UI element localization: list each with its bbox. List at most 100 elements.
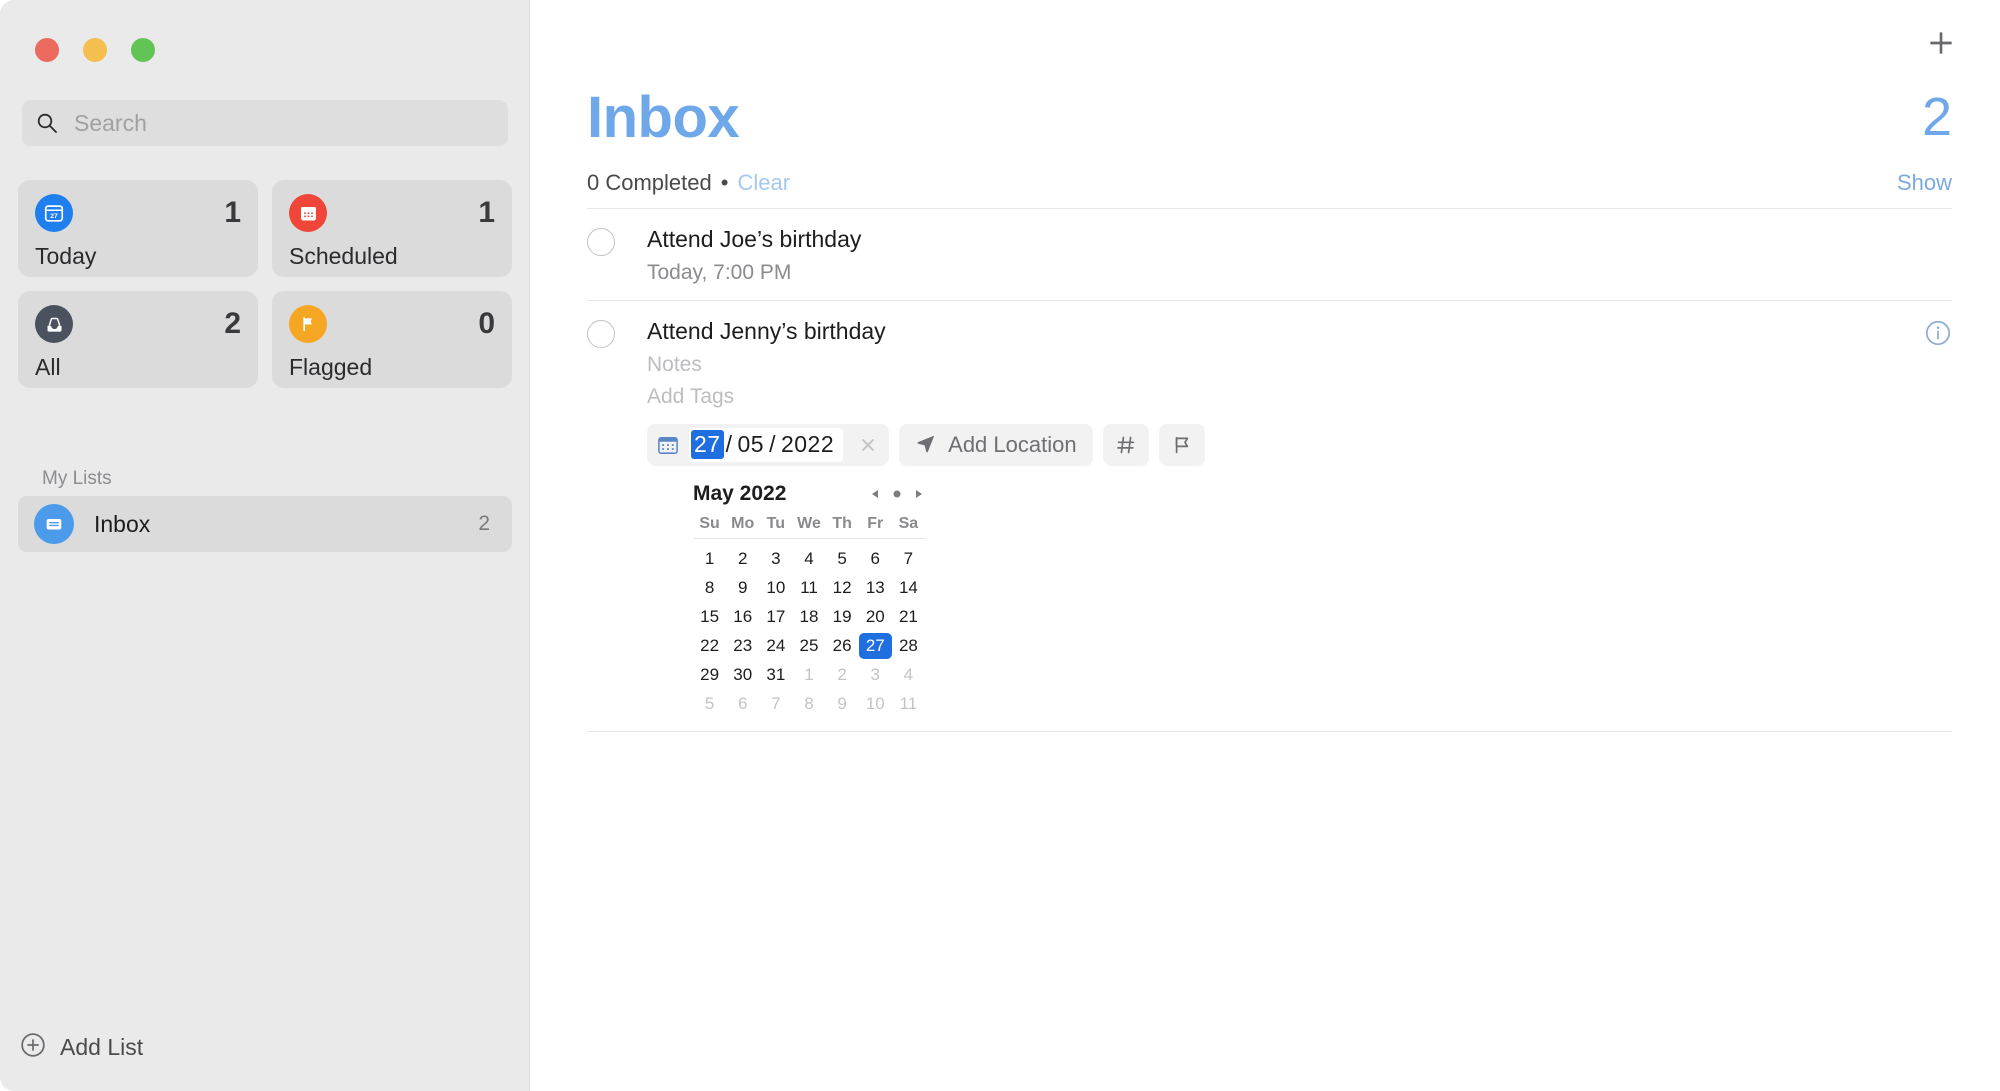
calendar-day[interactable]: 4 [792,546,825,572]
calendar-day[interactable]: 24 [759,633,792,659]
calendar-day[interactable]: 16 [726,604,759,630]
reminder-body: Attend Joe’s birthday Today, 7:00 PM [647,225,2000,286]
flag-outline-icon [1175,437,1188,454]
calendar-today-button[interactable] [891,488,903,500]
calendar-day[interactable]: 1 [792,662,825,688]
add-reminder-icon [1930,32,1952,54]
calendar-day[interactable]: 31 [759,662,792,688]
calendar-day[interactable]: 7 [759,691,792,717]
reminder-info-button[interactable] [1924,319,1952,347]
reminder-title: Attend Joe’s birthday [647,226,862,252]
calendar-day[interactable]: 18 [792,604,825,630]
show-completed-button[interactable]: Show [1897,170,1952,196]
calendar-day[interactable]: 19 [826,604,859,630]
calendar-day[interactable]: 9 [726,575,759,601]
calendar-day-header: Tu [759,515,793,540]
reminder-notes-input[interactable]: Notes [647,351,2000,378]
calendar-day[interactable]: 26 [826,633,859,659]
calendar-day[interactable]: 8 [693,575,726,601]
calendar-day[interactable]: 30 [726,662,759,688]
clear-completed-button[interactable]: Clear [737,170,790,196]
plus-circle-icon [20,1032,46,1063]
due-date-chip[interactable]: 27 / 05 / 2022 [647,424,890,467]
add-tag-button[interactable] [1102,424,1149,467]
reminder-item[interactable]: Attend Joe’s birthday Today, 7:00 PM [587,209,2000,300]
triangle-left-icon [872,490,878,499]
close-window-button[interactable] [35,38,59,62]
calendar-day[interactable]: 5 [693,691,726,717]
reminder-item-editing[interactable]: Attend Jenny’s birthday Notes Add Tags 2… [587,301,2000,731]
inbox-tray-icon [35,305,73,343]
add-location-button[interactable]: Add Location [899,424,1093,467]
calendar-day[interactable]: 10 [759,575,792,601]
add-list-button[interactable]: Add List [20,1032,143,1063]
reminder-complete-toggle[interactable] [587,228,615,256]
calendar-day-header: We [792,515,826,540]
calendar-day-selected[interactable]: 27 [858,633,892,660]
smart-list-flagged[interactable]: 0 Flagged [272,291,512,388]
calendar-day[interactable]: 13 [859,575,892,601]
tile-label: All [35,354,61,380]
search-icon [36,112,58,134]
calendar-day[interactable]: 6 [859,546,892,572]
close-icon [862,439,875,452]
calendar-day[interactable]: 11 [892,691,925,717]
calendar-day[interactable]: 3 [759,546,792,572]
date-picker-calendar[interactable]: May 2022 Su Mo Tu We Th Fr Sa 1 2 3 4 5 … [693,482,925,717]
calendar-day[interactable]: 22 [693,633,726,659]
date-separator: / [725,431,733,458]
calendar-prev-button[interactable] [869,488,881,500]
meta-separator: • [720,170,729,195]
tile-count: 1 [224,196,241,229]
calendar-day[interactable]: 5 [826,546,859,572]
calendar-day[interactable]: 7 [892,546,925,572]
calendar-day[interactable]: 21 [892,604,925,630]
due-date-field[interactable]: 27 / 05 / 2022 [689,428,844,463]
date-day-segment[interactable]: 27 [691,430,724,460]
inbox-icon [34,504,74,544]
calendar-day[interactable]: 23 [726,633,759,659]
calendar-day[interactable]: 1 [693,546,726,572]
calendar-day[interactable]: 20 [859,604,892,630]
calendar-day[interactable]: 28 [892,633,925,659]
search-input[interactable] [74,109,494,137]
calendar-day[interactable]: 17 [759,604,792,630]
calendar-day[interactable]: 6 [726,691,759,717]
calendar-day[interactable]: 2 [726,546,759,572]
calendar-day[interactable]: 14 [892,575,925,601]
smart-list-scheduled[interactable]: 1 Scheduled [272,180,512,277]
minimize-window-button[interactable] [83,38,107,62]
reminder-complete-toggle[interactable] [587,320,615,348]
calendar-day[interactable]: 10 [859,691,892,717]
calendar-day[interactable]: 9 [826,691,859,717]
clear-date-button[interactable] [855,432,881,458]
flag-icon [289,305,327,343]
calendar-day[interactable]: 15 [693,604,726,630]
smart-list-all[interactable]: 2 All [18,291,258,388]
date-month-segment[interactable]: 05 [734,430,767,459]
reminder-title[interactable]: Attend Jenny’s birthday [647,317,2000,346]
zoom-window-button[interactable] [131,38,155,62]
calendar-day[interactable]: 12 [826,575,859,601]
triangle-right-icon [916,490,922,499]
reminder-tags-input[interactable]: Add Tags [647,383,2000,410]
search-bar[interactable] [22,100,508,146]
calendar-day[interactable]: 2 [826,662,859,688]
calendar-day[interactable]: 8 [792,691,825,717]
calendar-day[interactable]: 25 [792,633,825,659]
date-year-segment[interactable]: 2022 [778,430,837,459]
smart-list-today[interactable]: 27 1 Today [18,180,258,277]
calendar-day[interactable]: 3 [859,662,892,688]
calendar-month-label: May 2022 [693,482,787,506]
add-reminder-button[interactable] [1920,22,1962,64]
calendar-day[interactable]: 29 [693,662,726,688]
calendar-day[interactable]: 4 [892,662,925,688]
calendar-next-button[interactable] [913,488,925,500]
calendar-grid[interactable]: Su Mo Tu We Th Fr Sa 1 2 3 4 5 6 7 8 9 10 11 12 13 14 15 16 17 1… [693,515,925,717]
add-list-label: Add List [60,1034,144,1060]
calendar-day[interactable]: 11 [792,575,825,601]
window-controls [35,38,155,62]
sidebar-item-inbox[interactable]: Inbox 2 [18,496,512,552]
flag-button[interactable] [1158,424,1205,467]
divider [587,731,1952,733]
